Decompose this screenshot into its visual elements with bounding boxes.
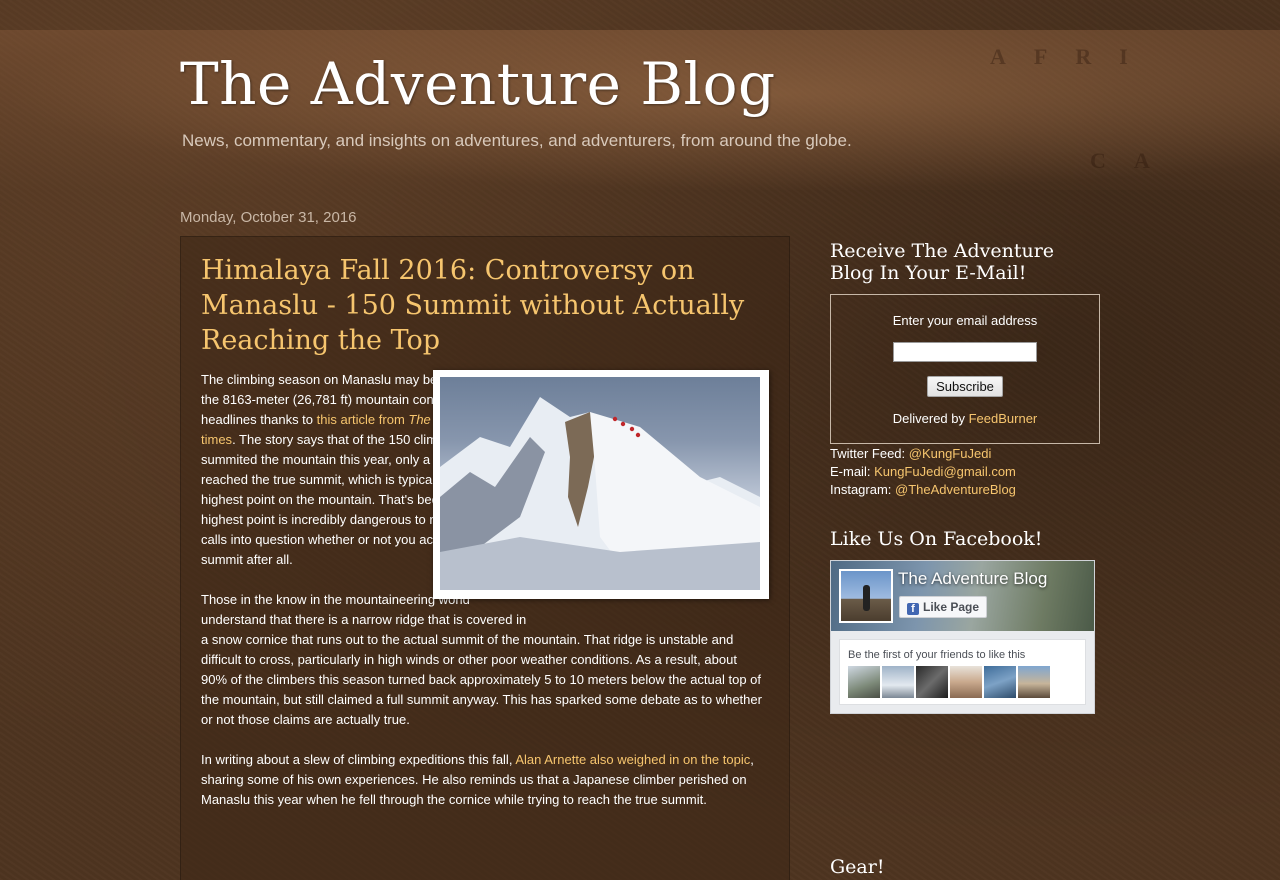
post-image-frame[interactable] [433,370,769,599]
email-subscribe-form: Enter your email address Subscribe Deliv… [830,294,1100,444]
email-widget-title: Receive The Adventure Blog In Your E-Mai… [830,240,1055,284]
facebook-widget-title: Like Us On Facebook! [830,528,1043,550]
link-text: this article from [316,412,409,427]
post-title[interactable]: Himalaya Fall 2016: Controversy on Manas… [201,253,761,358]
gear-widget-title: Gear! [830,856,885,878]
facebook-page-plugin: The Adventure Blog f Like Page Be the fir… [830,560,1095,714]
mountain-photo [440,377,760,590]
twitter-label: Twitter Feed: [830,446,909,461]
blog-title[interactable]: The Adventure Blog [180,50,776,118]
email-label: Enter your email address [892,313,1038,328]
blog-post: Himalaya Fall 2016: Controversy on Manas… [180,236,790,880]
facebook-friends-panel: Be the first of your friends to like thi… [839,639,1086,705]
facebook-cover-photo[interactable]: The Adventure Blog f Like Page [831,561,1094,631]
email-input[interactable] [893,342,1037,362]
instagram-link[interactable]: @TheAdventureBlog [895,482,1016,497]
mountain-illustration [440,397,760,590]
link-text: times [201,432,233,447]
delivered-by: Delivered by FeedBurner [831,411,1099,426]
post-paragraph: In writing about a slew of climbing expe… [201,750,763,810]
sidebar: Receive The Adventure Blog In Your E-Mai… [830,240,1100,878]
like-button-label: Like Page [922,599,980,614]
contact-info: Twitter Feed: @KungFuJedi E-mail: KungFu… [830,445,1016,499]
facebook-avatar[interactable] [839,569,893,623]
map-decoration: CA [1090,148,1178,173]
delivered-by-label: Delivered by [892,411,969,426]
friend-avatar[interactable] [1018,666,1050,698]
friend-thumbnails [848,666,1050,698]
facebook-icon: f [906,602,919,615]
subscribe-button[interactable]: Subscribe [927,376,1003,397]
blog-description: News, commentary, and insights on advent… [182,131,852,150]
map-decoration: AFRI [990,44,1156,69]
instagram-label: Instagram: [830,482,896,497]
twitter-link[interactable]: @KungFuJedi [909,446,992,461]
email-link[interactable]: KungFuJedi@gmail.com [874,464,1016,479]
friend-avatar[interactable] [984,666,1016,698]
email-contact-label: E-mail: [830,464,875,479]
friend-avatar[interactable] [848,666,880,698]
facebook-like-button[interactable]: f Like Page [899,596,987,618]
instagram-line: Instagram: @TheAdventureBlog [830,481,1016,499]
post-date: Monday, October 31, 2016 [180,209,357,226]
friend-avatar[interactable] [882,666,914,698]
friend-avatar[interactable] [916,666,948,698]
twitter-line: Twitter Feed: @KungFuJedi [830,445,1016,463]
facebook-friends-text: Be the first of your friends to like thi… [848,649,1026,661]
friend-avatar[interactable] [950,666,982,698]
alan-arnette-link[interactable]: Alan Arnette also weighed in on the topi… [515,752,750,767]
post-text: In writing about a slew of climbing expe… [201,752,516,767]
feedburner-link[interactable]: FeedBurner [969,411,1038,426]
facebook-page-name[interactable]: The Adventure Blog [898,569,1047,589]
email-line: E-mail: KungFuJedi@gmail.com [830,463,1016,481]
